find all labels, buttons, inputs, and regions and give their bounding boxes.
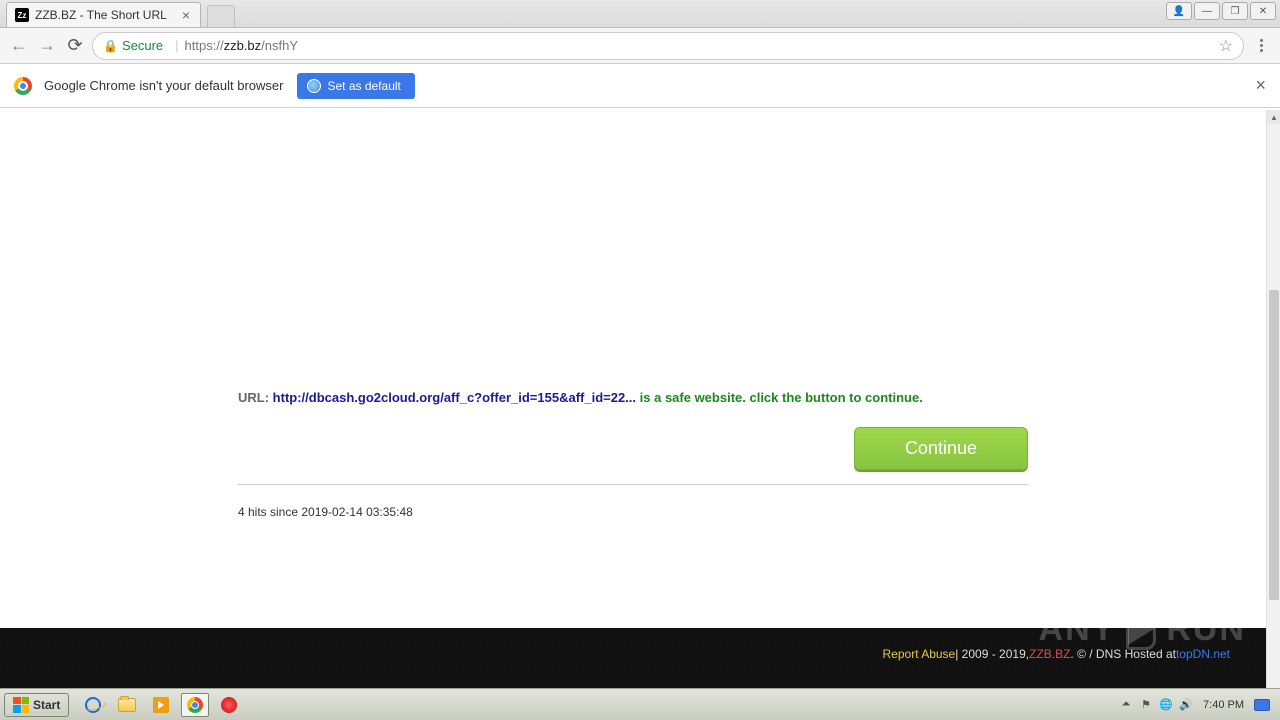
divider	[238, 484, 1028, 485]
tab-close-icon[interactable]: ×	[180, 9, 192, 21]
scroll-up-icon[interactable]: ▲	[1267, 110, 1280, 124]
chrome-icon	[14, 77, 32, 95]
browser-menu-button[interactable]	[1250, 35, 1272, 57]
page-content: URL: http://dbcash.go2cloud.org/aff_c?of…	[238, 110, 1028, 519]
taskbar-media[interactable]	[147, 693, 175, 717]
new-tab-button[interactable]	[207, 5, 235, 27]
taskbar-apps	[79, 693, 243, 717]
report-abuse-link[interactable]: Report Abuse	[883, 647, 956, 661]
volume-icon[interactable]: 🔊	[1179, 698, 1193, 712]
set-default-button[interactable]: Set as default	[297, 73, 414, 99]
windows-taskbar: Start ⏶ ⚑ 🌐 🔊 7:40 PM	[0, 688, 1280, 720]
window-close-button[interactable]: ✕	[1250, 2, 1276, 20]
monitor-icon[interactable]	[1254, 699, 1270, 711]
flag-icon[interactable]: ⚑	[1139, 698, 1153, 712]
footer-brand-link[interactable]: ZZB.BZ	[1029, 647, 1070, 661]
lock-icon: 🔒	[103, 39, 118, 53]
url-info-line: URL: http://dbcash.go2cloud.org/aff_c?of…	[238, 390, 1028, 405]
forward-button[interactable]: →	[36, 35, 58, 57]
page-viewport: URL: http://dbcash.go2cloud.org/aff_c?of…	[0, 110, 1266, 688]
scroll-thumb[interactable]	[1269, 290, 1279, 600]
footer-host-link[interactable]: topDN.net	[1176, 647, 1230, 661]
tray-expand-icon[interactable]: ⏶	[1119, 698, 1133, 712]
browser-tab[interactable]: Zz ZZB.BZ - The Short URL ×	[6, 2, 201, 27]
taskbar-explorer[interactable]	[113, 693, 141, 717]
taskbar-ie[interactable]	[79, 693, 107, 717]
target-url: http://dbcash.go2cloud.org/aff_c?offer_i…	[273, 390, 636, 405]
secure-label: Secure	[122, 38, 163, 53]
window-controls: 👤 — ❐ ✕	[1166, 2, 1276, 20]
favicon-icon: Zz	[15, 8, 29, 22]
continue-row: Continue	[238, 427, 1028, 470]
footer-years: | 2009 - 2019,	[955, 647, 1029, 661]
taskbar-opera[interactable]	[215, 693, 243, 717]
page-footer: Report Abuse | 2009 - 2019, ZZB.BZ . © /…	[0, 628, 1266, 688]
taskbar-clock[interactable]: 7:40 PM	[1203, 699, 1244, 711]
maximize-button[interactable]: ❐	[1222, 2, 1248, 20]
hits-text: 4 hits since 2019-02-14 03:35:48	[238, 505, 1028, 519]
folder-icon	[118, 698, 136, 712]
default-browser-infobar: Google Chrome isn't your default browser…	[0, 64, 1280, 108]
infobar-close-icon[interactable]: ×	[1255, 75, 1266, 96]
windows-logo-icon	[13, 697, 29, 713]
separator: |	[175, 38, 178, 53]
system-tray: ⏶ ⚑ 🌐 🔊 7:40 PM	[1113, 693, 1276, 717]
user-icon[interactable]: 👤	[1166, 2, 1192, 20]
footer-hosted-pre: . © / DNS Hosted at	[1070, 647, 1176, 661]
url-scheme: https://	[185, 38, 224, 53]
start-button[interactable]: Start	[4, 693, 69, 717]
set-default-label: Set as default	[327, 79, 400, 93]
safe-message: is a safe website. click the button to c…	[636, 390, 923, 405]
back-button[interactable]: ←	[8, 35, 30, 57]
tab-strip: Zz ZZB.BZ - The Short URL × 👤 — ❐ ✕	[0, 0, 1280, 28]
vertical-scrollbar[interactable]: ▲	[1266, 110, 1280, 688]
url-host: zzb.bz	[224, 38, 262, 53]
media-player-icon	[153, 697, 169, 713]
chrome-icon	[187, 697, 203, 713]
infobar-message: Google Chrome isn't your default browser	[44, 78, 283, 93]
opera-icon	[221, 697, 237, 713]
start-label: Start	[33, 698, 60, 712]
ie-icon	[84, 695, 104, 715]
url-path: /nsfhY	[261, 38, 298, 53]
globe-icon	[307, 79, 321, 93]
url-label: URL:	[238, 390, 273, 405]
tab-title: ZZB.BZ - The Short URL	[35, 8, 180, 22]
network-icon[interactable]: 🌐	[1159, 698, 1173, 712]
minimize-button[interactable]: —	[1194, 2, 1220, 20]
continue-button[interactable]: Continue	[854, 427, 1028, 470]
reload-button[interactable]: ⟳	[64, 35, 86, 57]
address-bar[interactable]: 🔒 Secure | https://zzb.bz/nsfhY ☆	[92, 32, 1244, 60]
bookmark-star-icon[interactable]: ☆	[1219, 36, 1233, 56]
browser-toolbar: ← → ⟳ 🔒 Secure | https://zzb.bz/nsfhY ☆	[0, 28, 1280, 64]
taskbar-chrome[interactable]	[181, 693, 209, 717]
